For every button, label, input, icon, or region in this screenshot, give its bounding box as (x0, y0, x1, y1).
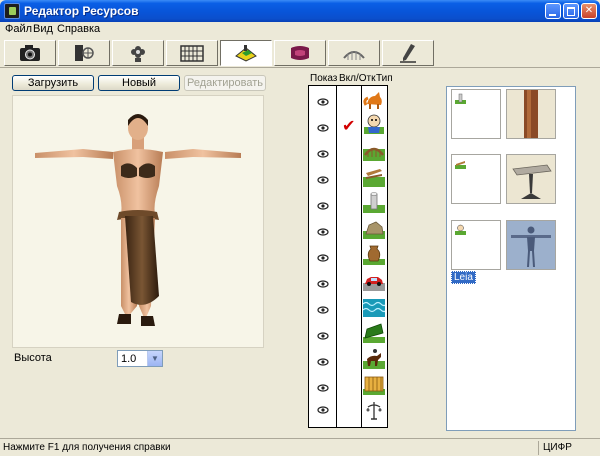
load-button[interactable]: Загрузить (12, 75, 94, 91)
vase-icon[interactable] (363, 243, 385, 265)
app-icon (4, 3, 20, 19)
minimize-button[interactable] (545, 3, 561, 19)
height-label: Высота (14, 352, 52, 364)
resource-type-list: ✔ (308, 85, 388, 428)
asset-slot[interactable] (451, 89, 501, 139)
enabled-check-icon[interactable]: ✔ (342, 116, 355, 136)
car-icon[interactable] (363, 269, 385, 291)
asset-thumbnail-post[interactable] (506, 89, 556, 139)
asset-thumbnail-table[interactable] (506, 154, 556, 204)
eye-icon[interactable] (317, 202, 329, 210)
eye-icon[interactable] (317, 332, 329, 340)
fence-icon (180, 45, 204, 62)
close-button[interactable]: ✕ (581, 3, 597, 19)
bridge-icon (343, 51, 365, 60)
person-icon[interactable] (363, 113, 385, 135)
flower-icon (131, 46, 145, 62)
water-icon[interactable] (363, 295, 385, 317)
eye-icon[interactable] (317, 228, 329, 236)
asset-slot[interactable] (451, 220, 501, 270)
bridge-icon[interactable] (363, 139, 385, 161)
asset-thumbnail-leia[interactable] (506, 220, 556, 270)
menu-help[interactable]: Справка (57, 23, 100, 35)
carpet-icon (291, 46, 309, 60)
lamp-icon[interactable] (363, 399, 385, 421)
menu-view[interactable]: Вид (33, 23, 53, 35)
tab-camera[interactable] (4, 40, 56, 66)
fox-icon[interactable] (363, 88, 385, 110)
tab-bridge[interactable] (328, 40, 380, 66)
category-toolbar (0, 38, 600, 68)
menu-bar: Файл Вид Справка (0, 22, 600, 38)
column-show: Показ (310, 73, 338, 84)
pencil-icon (400, 44, 416, 63)
new-button[interactable]: Новый (98, 75, 180, 91)
asset-thumbnails-panel[interactable] (446, 86, 576, 431)
rock-icon[interactable] (363, 217, 385, 239)
tab-editor[interactable] (382, 40, 434, 66)
eye-icon[interactable] (317, 406, 329, 414)
wooden-post-image (507, 90, 555, 138)
character-icon (235, 45, 257, 62)
rider-icon[interactable] (363, 347, 385, 369)
table-image (507, 155, 555, 203)
eye-icon[interactable] (317, 254, 329, 262)
column-type: Тип (376, 73, 393, 84)
tab-carpet[interactable] (274, 40, 326, 66)
selected-asset-name[interactable]: Leia (451, 271, 476, 284)
eye-icon[interactable] (317, 176, 329, 184)
bench-icon (455, 161, 466, 169)
title-bar: Редактор Ресурсов ✕ (0, 0, 600, 22)
model-preview[interactable] (12, 95, 264, 348)
window-title: Редактор Ресурсов (24, 4, 139, 18)
chevron-down-icon[interactable]: ▼ (147, 351, 162, 366)
person-icon (455, 224, 466, 235)
tab-characters[interactable] (220, 40, 272, 66)
height-value: 1.0 (121, 353, 137, 365)
eye-icon[interactable] (317, 358, 329, 366)
character-model-image (35, 114, 241, 326)
bench-icon[interactable] (363, 165, 385, 187)
height-select[interactable]: 1.0 ▼ (117, 350, 163, 367)
eye-icon[interactable] (317, 306, 329, 314)
tab-fence[interactable] (166, 40, 218, 66)
post-icon[interactable] (363, 191, 385, 213)
eye-icon[interactable] (317, 384, 329, 392)
eye-icon[interactable] (317, 124, 329, 132)
edit-button: Редактировать (184, 75, 266, 91)
status-bar: Нажмите F1 для получения справки ЦИФР (0, 438, 600, 456)
tab-flower[interactable] (112, 40, 164, 66)
post-icon (455, 93, 466, 104)
fan-icon (75, 45, 94, 61)
status-help-text: Нажмите F1 для получения справки (3, 442, 171, 453)
column-toggle: Вкл/Отк (339, 73, 376, 84)
eye-icon[interactable] (317, 280, 329, 288)
camera-icon (20, 45, 40, 61)
character-thumbnail-image (507, 221, 555, 269)
fence-icon[interactable] (363, 373, 385, 395)
eye-icon[interactable] (317, 150, 329, 158)
eye-icon[interactable] (317, 98, 329, 106)
status-mode: ЦИФР (538, 441, 598, 455)
hedge-icon[interactable] (363, 321, 385, 343)
tab-fan[interactable] (58, 40, 110, 66)
maximize-button[interactable] (563, 3, 579, 19)
menu-file[interactable]: Файл (5, 23, 32, 35)
asset-slot[interactable] (451, 154, 501, 204)
